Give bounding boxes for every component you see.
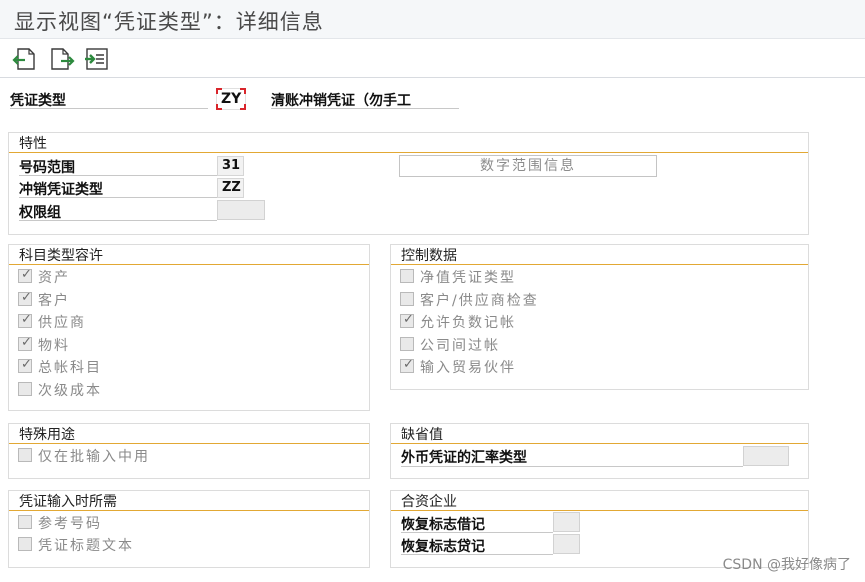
select-icon (85, 48, 108, 70)
checkbox-label: 客户 (38, 292, 70, 309)
toolbar (0, 39, 865, 78)
unchecked-checkbox[interactable] (400, 269, 414, 283)
key-corner-marker (216, 88, 222, 94)
checked-checkbox[interactable]: ✓ (18, 267, 32, 283)
auth-group-field[interactable] (217, 200, 265, 220)
doc-type-label: 凭证类型 (10, 93, 66, 109)
fx-rate-type-field[interactable] (743, 446, 789, 466)
checked-checkbox[interactable]: ✓ (18, 357, 32, 373)
check-icon: ✓ (21, 267, 32, 282)
checkbox-label: 允许负数记帐 (420, 315, 516, 331)
group-title-line (391, 510, 808, 511)
special-usage-title: 特殊用途 (19, 427, 75, 443)
back-button[interactable] (12, 46, 38, 72)
number-range-label: 号码范围 (19, 160, 75, 176)
doc-type-description: 清账冲销凭证（勿手工 (271, 93, 411, 109)
checkbox-label: 凭证标题文本 (38, 538, 134, 554)
label-underline (401, 554, 553, 555)
check-icon: ✓ (21, 312, 32, 327)
select-button[interactable] (84, 46, 110, 72)
checkbox-label: 总帐科目 (38, 360, 102, 376)
watermark: CSDN @我好像病了 (722, 557, 851, 573)
checkbox-label: 客户/供应商检查 (420, 292, 539, 309)
label-underline (19, 220, 217, 221)
recovery-debit-field[interactable] (553, 512, 580, 532)
properties-title: 特性 (19, 136, 47, 152)
unchecked-checkbox[interactable] (18, 381, 32, 396)
window-title: 显示视图“凭证类型”：详细信息 (14, 10, 324, 34)
checked-checkbox[interactable]: ✓ (18, 312, 32, 328)
defaults-group: 缺省值 外币凭证的汇率类型 (390, 423, 809, 479)
key-corner-marker (216, 104, 222, 110)
checked-checkbox[interactable]: ✓ (18, 289, 32, 306)
defaults-title: 缺省值 (401, 427, 443, 443)
account-types-group: 科目类型容许 ✓ 资产 ✓ 客户 ✓ 供应商 ✓ 物料 ✓ 总帐科目次级成本 (8, 244, 370, 411)
label-underline (401, 532, 553, 533)
number-range-info-button[interactable]: 数字范围信息 (399, 155, 657, 177)
group-title-line (9, 152, 808, 153)
group-title-line (391, 443, 808, 444)
check-icon: ✓ (21, 334, 32, 350)
control-data-title: 控制数据 (401, 248, 457, 264)
group-title-line (9, 510, 369, 511)
back-icon (12, 48, 35, 70)
account-types-title: 科目类型容许 (19, 248, 103, 264)
check-icon: ✓ (21, 357, 32, 372)
checkbox-label: 公司间过帐 (420, 337, 500, 354)
checkbox-label: 输入贸易伙伴 (420, 360, 516, 376)
unchecked-checkbox[interactable] (18, 448, 32, 462)
check-icon: ✓ (403, 312, 414, 327)
title-bar: 显示视图“凭证类型”：详细信息 (0, 0, 865, 39)
checkbox-label: 资产 (38, 270, 70, 286)
doc-type-underline (10, 108, 208, 109)
reverse-doc-type-field[interactable]: ZZ (217, 178, 244, 198)
key-corner-marker (240, 104, 246, 110)
checked-checkbox[interactable]: ✓ (400, 312, 414, 328)
recovery-credit-label: 恢复标志贷记 (401, 539, 485, 555)
label-underline (19, 197, 217, 198)
recovery-credit-field[interactable] (553, 534, 580, 554)
group-title-line (9, 264, 369, 265)
checkbox-label: 仅在批输入中用 (38, 449, 150, 465)
number-range-field[interactable]: 31 (217, 156, 244, 176)
required-entry-title: 凭证输入时所需 (19, 494, 117, 510)
next-icon (51, 48, 75, 70)
checkbox-label: 参考号码 (38, 516, 102, 532)
check-icon: ✓ (403, 357, 414, 372)
next-button[interactable] (49, 46, 75, 72)
checked-checkbox[interactable]: ✓ (400, 357, 414, 373)
doc-type-field[interactable]: ZY (216, 88, 246, 110)
check-icon: ✓ (21, 289, 32, 305)
checkbox-label: 物料 (38, 337, 70, 354)
doc-type-desc-underline (271, 108, 459, 109)
checked-checkbox[interactable]: ✓ (18, 334, 32, 351)
checkbox-label: 净值凭证类型 (420, 270, 516, 286)
checkbox-label: 供应商 (38, 315, 86, 331)
doc-type-value: ZY (221, 91, 242, 107)
recovery-debit-label: 恢复标志借记 (401, 517, 485, 533)
auth-group-label: 权限组 (19, 205, 61, 221)
control-data-group: 控制数据 净值凭证类型客户/供应商检查 ✓ 允许负数记帐 公司间过帐 ✓ 输入贸易伙伴 (390, 244, 809, 390)
unchecked-checkbox[interactable] (18, 537, 32, 551)
special-usage-group: 特殊用途 仅在批输入中用 (8, 423, 370, 479)
joint-venture-title: 合资企业 (401, 494, 457, 510)
properties-group: 特性 号码范围 31 冲销凭证类型 ZZ 权限组 数字范围信息 (8, 132, 809, 235)
label-underline (19, 175, 217, 176)
key-corner-marker (240, 88, 246, 94)
checkbox-label: 次级成本 (38, 382, 102, 399)
fx-rate-type-label: 外币凭证的汇率类型 (401, 450, 527, 466)
reverse-doc-type-label: 冲销凭证类型 (19, 182, 103, 198)
required-entry-group: 凭证输入时所需 参考号码凭证标题文本 (8, 490, 370, 568)
unchecked-checkbox[interactable] (400, 336, 414, 351)
label-underline (401, 466, 743, 467)
group-title-line (9, 443, 369, 444)
unchecked-checkbox[interactable] (400, 291, 414, 306)
unchecked-checkbox[interactable] (18, 515, 32, 529)
group-title-line (391, 264, 808, 265)
